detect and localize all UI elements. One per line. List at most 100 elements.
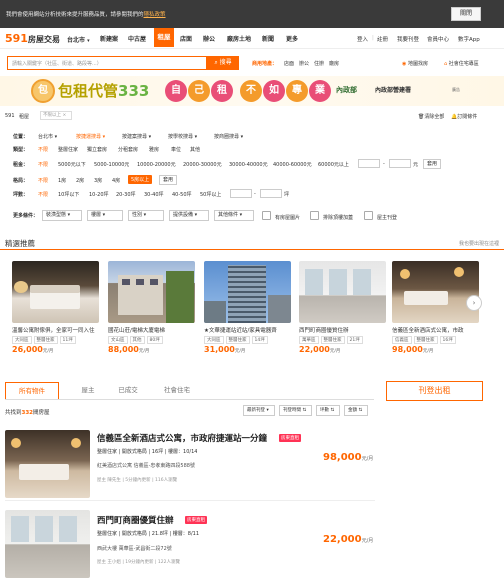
room-opt-selected[interactable]: 5房以上 — [128, 175, 153, 184]
breadcrumb-rent[interactable]: 租屋 — [19, 113, 29, 120]
member-link[interactable]: 會員中心 — [427, 35, 449, 43]
size-opt[interactable]: 50坪以上 — [200, 191, 221, 198]
size-max-input[interactable] — [260, 189, 282, 198]
room-opt[interactable]: 3房 — [94, 177, 102, 184]
nav-office[interactable]: 辦公 — [203, 34, 215, 43]
listing-row[interactable]: 信義區全新酒店式公寓，市政府捷運站一分鐘 房東直租 整層住家 | 開放式格局 |… — [5, 424, 375, 498]
listing-photo[interactable] — [5, 510, 90, 578]
nav-factory[interactable]: 廠房土地 — [227, 34, 251, 43]
clear-all-button[interactable]: 🗑清除全部 — [418, 113, 444, 120]
featured-card[interactable]: 信義區全新酒店式公寓，市政 信義區 整層住家 16坪 98,000元/月 — [392, 261, 479, 354]
card-title[interactable]: 國花山莊/電梯大廈電梯 — [108, 326, 195, 334]
tab-social-housing[interactable]: 社會住宅 — [152, 382, 202, 400]
selected-tag[interactable]: 不限以上 × — [40, 111, 72, 120]
city-selector[interactable]: 台北市 ▾ — [67, 35, 90, 44]
rooftop-checkbox[interactable] — [310, 211, 319, 220]
other-dropdown[interactable]: 其他條件 ▾ — [214, 210, 254, 221]
nav-rent[interactable]: 租屋 — [154, 28, 174, 47]
featured-card[interactable]: 溫馨公寓附傢俱，全家可一同入住 大同區 整層住家 11坪 26,000元/月 — [12, 261, 99, 354]
community-link[interactable]: ⌂ 社會住宅專區 — [444, 60, 479, 67]
room-opt[interactable]: 不限 — [38, 177, 48, 184]
rent-opt[interactable]: 不限 — [38, 161, 48, 168]
card-photo[interactable] — [299, 261, 386, 323]
size-opt[interactable]: 40-50坪 — [172, 191, 192, 198]
search-button[interactable]: ⌕ 搜尋 — [207, 56, 239, 70]
card-title[interactable]: ★文華捷運站近站/家具電器齊 — [204, 326, 291, 334]
sort-time[interactable]: 刊登時間 ⇅ — [279, 405, 312, 416]
login-link[interactable]: 登入 — [357, 35, 368, 43]
type-opt[interactable]: 其他 — [190, 146, 200, 153]
hot-shop[interactable]: 店面 — [284, 60, 294, 67]
listing-row[interactable]: 西門町商圈優質住辦 房東直租 整層住家 | 開放式格局 | 21.8坪 | 樓層… — [5, 504, 375, 578]
size-opt[interactable]: 10坪以下 — [58, 191, 79, 198]
gender-dropdown[interactable]: 性別 ▾ — [128, 210, 164, 221]
nav-used[interactable]: 中古屋 — [128, 34, 146, 43]
type-opt[interactable]: 雅房 — [149, 146, 159, 153]
sort-latest[interactable]: 最新刊登 ▾ — [243, 405, 275, 416]
tab-all[interactable]: 所有物件 — [5, 382, 59, 400]
size-min-input[interactable] — [230, 189, 252, 198]
rent-confirm-button[interactable]: 套用 — [423, 159, 441, 169]
breadcrumb-home[interactable]: 591 — [5, 113, 15, 119]
sort-size[interactable]: 坪數 ⇅ — [316, 405, 340, 416]
card-title[interactable]: 信義區全新酒店式公寓，市政 — [392, 326, 479, 334]
rent-opt[interactable]: 20000-30000元 — [183, 161, 222, 168]
rent-opt[interactable]: 5000元以下 — [58, 161, 86, 168]
region-business[interactable]: 按商圈搜尋 ▾ — [214, 133, 243, 140]
card-photo[interactable] — [12, 261, 99, 323]
equipment-dropdown[interactable]: 提供設備 ▾ — [169, 210, 209, 221]
type-opt[interactable]: 分租套房 — [118, 146, 138, 153]
floor-dropdown[interactable]: 樓層 ▾ — [87, 210, 123, 221]
nav-shop[interactable]: 店面 — [180, 34, 192, 43]
site-logo[interactable]: 591房屋交易 — [5, 32, 60, 46]
listing-photo[interactable] — [5, 430, 90, 498]
hot-factory[interactable]: 廠房 — [329, 60, 339, 67]
type-opt[interactable]: 獨立套房 — [87, 146, 107, 153]
rent-max-input[interactable] — [389, 159, 411, 168]
rent-opt[interactable]: 40000-60000元 — [273, 161, 312, 168]
owner-checkbox[interactable] — [364, 211, 373, 220]
region-build[interactable]: 按建案搜尋 ▾ — [122, 133, 151, 140]
room-confirm-button[interactable]: 套用 — [159, 175, 177, 185]
featured-card[interactable]: 西門町商圈優質住辦 萬華區 整層住家 21坪 22,000元/月 — [299, 261, 386, 354]
region-mrt[interactable]: 按捷運搜尋 ▾ — [76, 133, 105, 140]
search-input[interactable]: 請輸入關鍵字（社區、街道、路段等...） — [7, 56, 207, 70]
card-title[interactable]: 西門町商圈優質住辦 — [299, 326, 386, 334]
nav-news[interactable]: 新聞 — [262, 34, 274, 43]
map-search-link[interactable]: ◉ 地圖找房 — [402, 60, 428, 67]
hot-office[interactable]: 辦公 — [299, 60, 309, 67]
card-photo[interactable] — [204, 261, 291, 323]
subscribe-button[interactable]: 🔔訂閱條件 — [451, 113, 477, 120]
privacy-link[interactable]: 隱私政策 — [144, 12, 166, 18]
featured-card[interactable]: 國花山莊/電梯大廈電梯 文山區 其他 80坪 88,000元/月 — [108, 261, 195, 354]
photo-checkbox[interactable] — [262, 211, 271, 220]
chevron-right-icon[interactable]: › — [466, 295, 482, 311]
featured-more-link[interactable]: 我也要出現在這裡 — [459, 240, 499, 247]
cookie-close-button[interactable]: 關閉 — [451, 7, 481, 21]
type-opt[interactable]: 不限 — [38, 146, 48, 153]
size-opt[interactable]: 20-30坪 — [116, 191, 136, 198]
card-title[interactable]: 溫馨公寓附傢俱，全家可一同入住 — [12, 326, 99, 334]
region-city[interactable]: 台北市 ▾ — [38, 133, 57, 140]
rent-opt[interactable]: 5000-10000元 — [94, 161, 129, 168]
sort-price[interactable]: 金額 ⇅ — [344, 405, 368, 416]
decoration-dropdown[interactable]: 裝潢型態 ▾ — [42, 210, 82, 221]
featured-card[interactable]: ★文華捷運站近站/家具電器齊 大同區 整層住家 14坪 31,000元/月 — [204, 261, 291, 354]
hot-home-office[interactable]: 住辦 — [314, 60, 324, 67]
rent-min-input[interactable] — [358, 159, 380, 168]
card-photo[interactable] — [392, 261, 479, 323]
post-rental-button[interactable]: 刊登出租 — [386, 381, 483, 401]
tab-sold[interactable]: 已成交 — [113, 382, 143, 400]
rent-opt[interactable]: 30000-40000元 — [229, 161, 268, 168]
close-icon[interactable]: × — [62, 113, 66, 118]
register-link[interactable]: 註冊 — [377, 35, 388, 43]
room-opt[interactable]: 1房 — [58, 177, 66, 184]
card-photo[interactable] — [108, 261, 195, 323]
tab-owner[interactable]: 屋主 — [63, 382, 113, 400]
size-opt[interactable]: 30-40坪 — [144, 191, 164, 198]
post-link[interactable]: 我要刊登 — [397, 35, 419, 43]
size-opt[interactable]: 不限 — [38, 191, 48, 198]
rent-opt[interactable]: 10000-20000元 — [137, 161, 176, 168]
type-opt[interactable]: 整層住家 — [58, 146, 78, 153]
type-opt[interactable]: 車位 — [171, 146, 181, 153]
